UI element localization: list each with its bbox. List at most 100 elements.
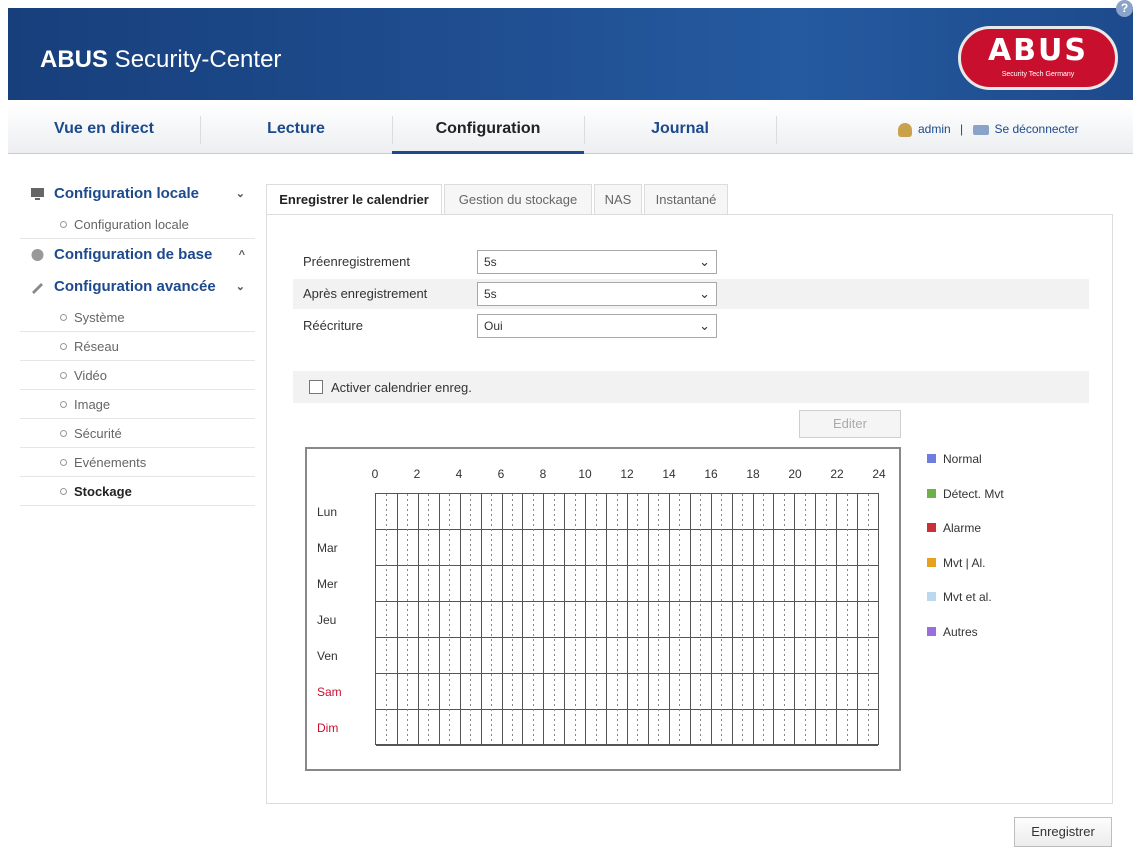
day-label: Dim	[317, 721, 339, 735]
bullet-icon	[60, 430, 67, 437]
sidebar-item-storage[interactable]: Stockage	[20, 477, 255, 506]
hour-label: 12	[620, 467, 634, 481]
globe-icon	[31, 249, 44, 261]
chevron-down-icon: ⌄	[699, 286, 710, 301]
bullet-icon	[60, 314, 67, 321]
tab-record-schedule[interactable]: Enregistrer le calendrier	[266, 184, 442, 215]
legend-label: Autres	[943, 624, 978, 639]
sidebar-group-advanced-config[interactable]: Configuration avancée ⌄	[20, 271, 255, 303]
legend-swatch	[927, 488, 936, 498]
grid-line	[595, 494, 597, 744]
sidebar-item-local-config[interactable]: Configuration locale	[20, 210, 255, 239]
bullet-icon	[60, 488, 67, 495]
hour-label: 20	[788, 467, 802, 481]
grid-line	[700, 494, 702, 744]
postrecord-select[interactable]: 5s ⌄	[477, 282, 717, 306]
save-button[interactable]: Enregistrer	[1014, 817, 1112, 847]
schedule-cells[interactable]	[375, 493, 879, 746]
grid-line	[742, 494, 744, 744]
grid-line	[794, 494, 796, 744]
grid-line	[658, 494, 660, 744]
grid-line	[857, 494, 859, 744]
enable-schedule-label[interactable]: Activer calendrier enreg.	[331, 380, 472, 395]
chevron-down-icon: ⌄	[235, 281, 245, 293]
prerecord-select[interactable]: 5s ⌄	[477, 250, 717, 274]
grid-line	[773, 494, 775, 744]
sidebar-item-image[interactable]: Image	[20, 390, 255, 419]
sidebar-group-basic-config[interactable]: Configuration de base ^	[20, 239, 255, 271]
grid-line	[846, 494, 848, 744]
grid-line	[564, 494, 566, 744]
hour-label: 2	[413, 467, 421, 481]
bullet-icon	[60, 372, 67, 379]
hour-label: 18	[746, 467, 760, 481]
overwrite-label: Réécriture	[303, 318, 363, 333]
overwrite-select[interactable]: Oui ⌄	[477, 314, 717, 338]
hour-label: 10	[578, 467, 592, 481]
grid-line	[543, 494, 545, 744]
logout-link[interactable]: Se déconnecter	[995, 122, 1079, 136]
user-name[interactable]: admin	[918, 122, 951, 136]
help-icon[interactable]: ?	[1116, 0, 1133, 17]
legend-label: Normal	[943, 452, 982, 466]
app-title: ABUS Security-Center	[40, 46, 282, 73]
grid-line	[721, 494, 723, 744]
schedule-grid[interactable]: 0 2 4 6 8 10 12 14 16 18 20 22 24 Lun Mar Mer Jeu Ven Sam…	[305, 447, 901, 771]
sidebar-group-local-config[interactable]: Configuration locale ⌄	[20, 178, 255, 210]
enable-schedule-row: Activer calendrier enreg.	[293, 371, 1089, 403]
sidebar-item-network[interactable]: Réseau	[20, 332, 255, 361]
tab-journal[interactable]: Journal	[584, 104, 776, 154]
tab-snapshot[interactable]: Instantané	[644, 184, 728, 214]
enable-schedule-checkbox[interactable]	[309, 380, 323, 394]
grid-line	[627, 494, 628, 744]
tab-live-view[interactable]: Vue en direct	[8, 104, 200, 154]
grid-line	[501, 494, 503, 744]
monitor-icon	[31, 188, 44, 200]
grid-line	[480, 494, 482, 744]
legend-item: Détect. Mvt	[927, 486, 1004, 521]
tab-playback[interactable]: Lecture	[200, 104, 392, 154]
bullet-icon	[60, 459, 67, 466]
hour-label: 0	[371, 467, 379, 481]
sidebar-item-system[interactable]: Système	[20, 303, 255, 332]
legend-swatch	[927, 626, 936, 636]
grid-line	[428, 494, 430, 744]
tab-nas[interactable]: NAS	[594, 184, 642, 214]
sidebar-item-label: Sécurité	[74, 426, 122, 441]
legend-label: Mvt et al.	[943, 590, 992, 604]
legend-swatch	[927, 592, 936, 601]
sidebar-item-label: Configuration locale	[74, 217, 189, 232]
grid-line	[762, 494, 764, 744]
sidebar-group-label: Configuration de base	[54, 246, 213, 263]
active-tab-underline	[392, 151, 584, 154]
tab-configuration[interactable]: Configuration	[392, 104, 584, 154]
grid-line	[470, 494, 472, 744]
sidebar-item-security[interactable]: Sécurité	[20, 419, 255, 448]
day-label: Ven	[317, 649, 338, 663]
main-content: Enregistrer le calendrier Gestion du sto…	[262, 162, 1133, 852]
grid-line	[417, 494, 419, 744]
logout-icon	[972, 124, 989, 135]
edit-button[interactable]: Editer	[799, 410, 901, 438]
grid-line	[731, 494, 733, 744]
grid-line	[689, 494, 691, 744]
grid-line	[815, 494, 817, 744]
grid-line	[679, 494, 681, 744]
logo-tagline: Security Tech Germany	[1001, 71, 1075, 78]
abus-logo: ABUS Security Tech Germany	[958, 26, 1118, 90]
hour-label: 6	[497, 467, 505, 481]
grid-line	[710, 494, 712, 744]
legend-swatch	[927, 454, 936, 463]
hour-label: 24	[872, 467, 886, 481]
grid-line	[491, 494, 493, 744]
day-label: Mar	[317, 541, 338, 555]
grid-line	[804, 494, 806, 744]
sidebar-item-video[interactable]: Vidéo	[20, 361, 255, 390]
user-area: admin | Se déconnecter	[898, 104, 1079, 154]
legend-label: Mvt | Al.	[943, 555, 986, 570]
grid-line	[752, 494, 754, 744]
day-label: Sam	[317, 685, 342, 699]
tab-storage-management[interactable]: Gestion du stockage	[444, 184, 592, 214]
sidebar-item-events[interactable]: Evénements	[20, 448, 255, 477]
chevron-down-icon: ⌄	[235, 188, 245, 200]
